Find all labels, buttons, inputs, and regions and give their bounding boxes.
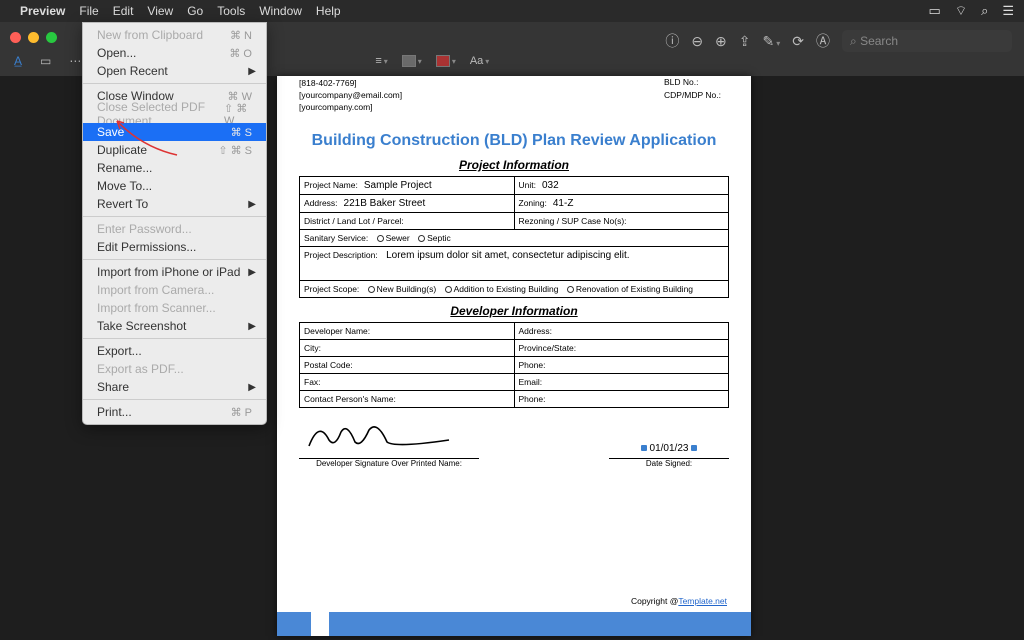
zoom-in-icon[interactable]: ⊕ (715, 33, 727, 50)
system-menubar: Preview File Edit View Go Tools Window H… (0, 0, 1024, 22)
share-icon[interactable]: ⇪ (739, 33, 751, 50)
file-menu-dropdown: New from Clipboard⌘ NOpen...⌘ OOpen Rece… (82, 22, 267, 425)
section-project-info: Project Information (299, 158, 729, 172)
file-menu-take-screenshot[interactable]: Take Screenshot▶ (83, 317, 266, 335)
markup-icon[interactable]: Ⓐ (816, 31, 830, 51)
font-style-picker[interactable]: Aa▾ (470, 55, 489, 67)
search-input[interactable]: ⌕ Search (842, 30, 1012, 52)
line-style-picker[interactable]: ≡▾ (375, 55, 387, 67)
file-menu-move-to[interactable]: Move To... (83, 177, 266, 195)
search-placeholder: Search (860, 34, 898, 48)
border-color-picker[interactable]: ▾ (402, 55, 422, 67)
pdf-document[interactable]: [818-402-7769] [yourcompany@email.com] [… (277, 76, 751, 636)
project-info-table: Project Name:Sample Project Unit:032 Add… (299, 176, 729, 298)
signature-block: Developer Signature Over Printed Name: (299, 418, 479, 468)
date-signed-block[interactable]: 01/01/23 Date Signed: (609, 443, 729, 468)
selection-handle-right[interactable] (691, 445, 697, 451)
minimize-window-button[interactable] (28, 32, 39, 43)
rotate-icon[interactable]: ⟳ (792, 33, 804, 50)
text-annotation-tool[interactable]: A̲ (10, 52, 26, 70)
header-ids: BLD No.: CDP/MDP No.: (664, 76, 721, 102)
control-center-icon[interactable]: ☰ (1002, 3, 1014, 19)
file-menu-duplicate[interactable]: Duplicate⇧ ⌘ S (83, 141, 266, 159)
menu-go[interactable]: Go (187, 4, 203, 18)
app-title[interactable]: Preview (20, 4, 65, 18)
selection-handle-left[interactable] (641, 445, 647, 451)
signature-image (299, 418, 479, 452)
file-menu-save[interactable]: Save⌘ S (83, 123, 266, 141)
file-menu-import-from-camera: Import from Camera... (83, 281, 266, 299)
copyright: Copyright @Template.net (631, 596, 727, 606)
file-menu-open-recent[interactable]: Open Recent▶ (83, 62, 266, 80)
file-menu-close-selected-pdf-document: Close Selected PDF Document⇧ ⌘ W (83, 105, 266, 123)
file-menu-import-from-iphone-or-ipad[interactable]: Import from iPhone or iPad▶ (83, 263, 266, 281)
select-tool[interactable]: ▭ (36, 52, 55, 70)
info-icon[interactable]: ⓘ (665, 31, 679, 51)
doc-title: Building Construction (BLD) Plan Review … (299, 132, 729, 150)
spotlight-icon[interactable]: ⌕ (981, 3, 988, 19)
wifi-icon[interactable]: ⌔ (955, 3, 967, 19)
battery-icon[interactable]: ▭ (929, 3, 941, 19)
menu-tools[interactable]: Tools (217, 4, 245, 18)
file-menu-print[interactable]: Print...⌘ P (83, 403, 266, 421)
file-menu-share[interactable]: Share▶ (83, 378, 266, 396)
file-menu-export[interactable]: Export... (83, 342, 266, 360)
menu-file[interactable]: File (79, 4, 98, 18)
section-developer-info: Developer Information (299, 304, 729, 318)
file-menu-edit-permissions[interactable]: Edit Permissions... (83, 238, 266, 256)
zoom-out-icon[interactable]: ⊖ (691, 33, 703, 50)
file-menu-import-from-scanner: Import from Scanner... (83, 299, 266, 317)
menu-help[interactable]: Help (316, 4, 341, 18)
search-icon: ⌕ (850, 34, 857, 49)
menu-view[interactable]: View (147, 4, 173, 18)
file-menu-export-as-pdf: Export as PDF... (83, 360, 266, 378)
close-window-button[interactable] (10, 32, 21, 43)
file-menu-revert-to[interactable]: Revert To▶ (83, 195, 266, 213)
menu-window[interactable]: Window (259, 4, 302, 18)
maximize-window-button[interactable] (46, 32, 57, 43)
menu-edit[interactable]: Edit (113, 4, 134, 18)
window-controls (10, 32, 57, 43)
highlight-icon[interactable]: ✎▾ (763, 33, 781, 50)
file-menu-enter-password: Enter Password... (83, 220, 266, 238)
file-menu-rename[interactable]: Rename... (83, 159, 266, 177)
file-menu-open[interactable]: Open...⌘ O (83, 44, 266, 62)
fill-color-picker[interactable]: ▾ (436, 55, 456, 67)
developer-info-table: Developer Name:Address: City:Province/St… (299, 322, 729, 408)
footer-band (277, 612, 751, 636)
file-menu-new-from-clipboard: New from Clipboard⌘ N (83, 26, 266, 44)
template-link[interactable]: Template.net (678, 596, 727, 606)
